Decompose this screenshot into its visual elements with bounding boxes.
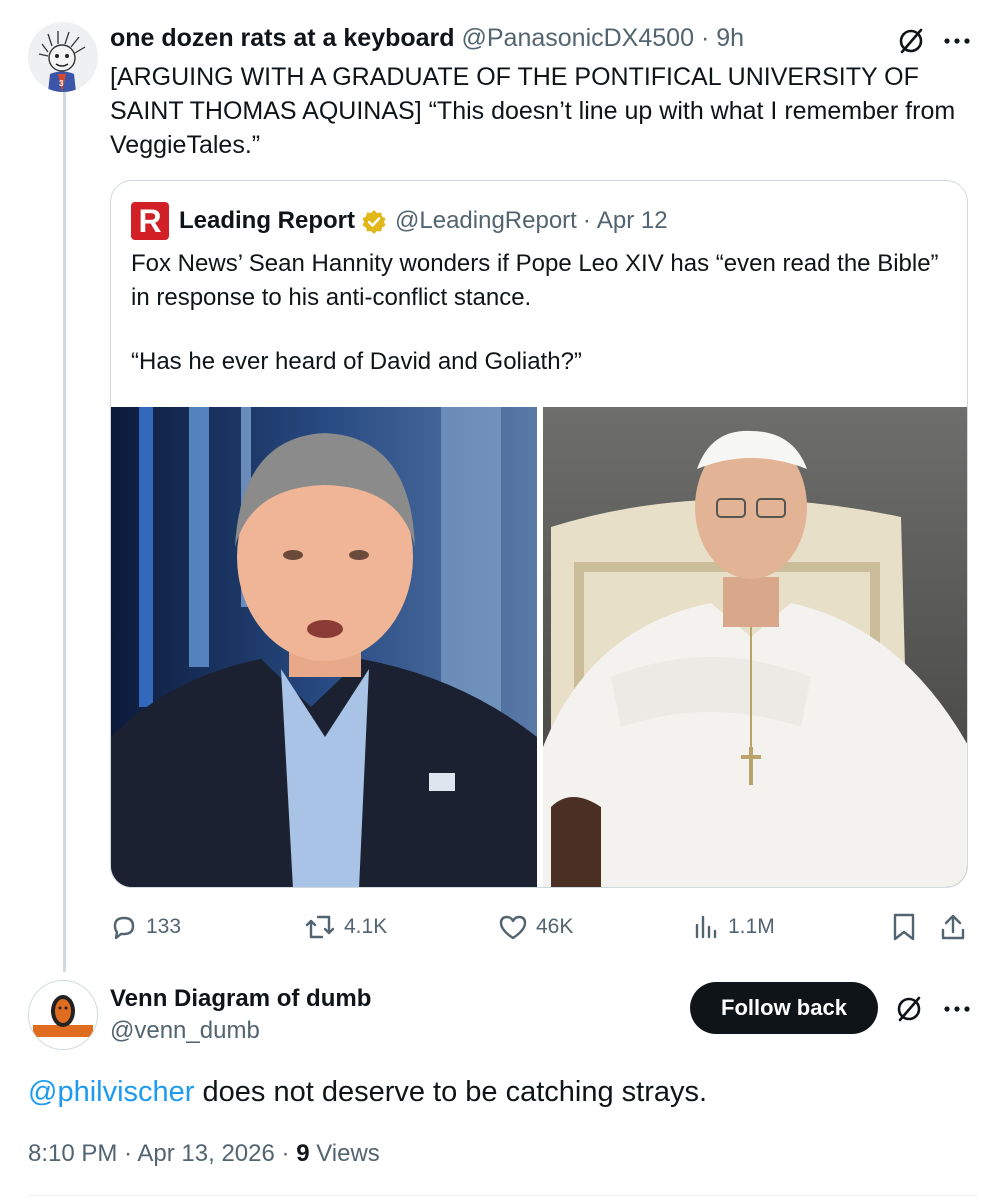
heart-icon <box>499 915 527 940</box>
slash-circle-icon[interactable] <box>894 24 928 58</box>
mention-link[interactable]: @philvischer <box>28 1076 194 1108</box>
author-handle[interactable]: @PanasonicDX4500 <box>462 24 694 52</box>
separator-dot: · <box>281 1140 290 1167</box>
reply-meta: 8:10 PM · Apr 13, 2026 · 9 Views <box>28 1138 380 1170</box>
avatar[interactable] <box>28 980 98 1050</box>
hannity-photo[interactable] <box>111 407 537 888</box>
svg-text:3: 3 <box>59 79 64 88</box>
quoted-text: Fox News’ Sean Hannity wonders if Pope L… <box>131 247 941 379</box>
quoted-header: R Leading Report @LeadingReport · Apr 12 <box>131 201 668 241</box>
quoted-text-line-2: “Has he ever heard of David and Goliath?… <box>131 348 582 375</box>
reply-count: 133 <box>146 915 182 938</box>
logo-letter: R <box>138 203 162 239</box>
quoted-date[interactable]: Apr 12 <box>597 201 668 241</box>
pope-photo[interactable] <box>543 407 968 888</box>
reply-author-name[interactable]: Venn Diagram of dumb <box>110 983 371 1015</box>
reply-author-handle[interactable]: @venn_dumb <box>110 1015 260 1047</box>
share-icon[interactable] <box>936 911 970 943</box>
views-action[interactable]: 1.1M <box>692 905 775 949</box>
slash-circle-icon[interactable] <box>892 992 926 1026</box>
repost-icon <box>305 915 335 939</box>
quoted-media[interactable] <box>111 407 968 888</box>
more-dots-icon[interactable] <box>940 26 974 56</box>
tweet-text: [ARGUING WITH A GRADUATE OF THE PONTIFIC… <box>110 63 956 159</box>
divider <box>28 1195 978 1196</box>
reply-body: does not deserve to be catching strays. <box>194 1076 708 1108</box>
reply-views-label: Views <box>316 1140 380 1167</box>
follow-back-button[interactable]: Follow back <box>690 982 878 1034</box>
bookmark-icon[interactable] <box>888 911 920 943</box>
views-count: 1.1M <box>728 915 775 938</box>
more-dots-icon[interactable] <box>940 994 974 1024</box>
views-icon <box>695 915 717 939</box>
reply-views-count: 9 <box>296 1140 310 1167</box>
separator-dot: · <box>124 1140 133 1167</box>
like-count: 46K <box>536 915 574 938</box>
author-name[interactable]: one dozen rats at a keyboard <box>110 24 455 52</box>
timestamp[interactable]: 9h <box>716 24 744 52</box>
reply-icon <box>113 916 135 940</box>
thread-line <box>63 92 66 972</box>
tweet-header: one dozen rats at a keyboard @PanasonicD… <box>110 20 744 56</box>
separator-dot: · <box>582 207 591 234</box>
reply-text: @philvischer does not deserve to be catc… <box>28 1072 978 1112</box>
repost-count: 4.1K <box>344 915 388 938</box>
quoted-author-handle[interactable]: @LeadingReport <box>395 201 577 241</box>
separator-dot: · <box>700 24 710 52</box>
quoted-tweet[interactable]: R Leading Report @LeadingReport · Apr 12… <box>110 180 968 888</box>
avatar[interactable]: 3 <box>28 22 98 92</box>
reply-action[interactable]: 133 <box>110 905 181 949</box>
quoted-text-line-1: Fox News’ Sean Hannity wonders if Pope L… <box>131 250 939 311</box>
repost-action[interactable]: 4.1K <box>304 905 387 949</box>
leading-report-logo: R <box>131 202 169 240</box>
reply-time[interactable]: 8:10 PM <box>28 1140 117 1167</box>
reply-date[interactable]: Apr 13, 2026 <box>137 1140 274 1167</box>
quoted-author-name[interactable]: Leading Report <box>179 201 355 241</box>
verified-badge-icon <box>361 208 387 234</box>
like-action[interactable]: 46K <box>498 905 573 949</box>
